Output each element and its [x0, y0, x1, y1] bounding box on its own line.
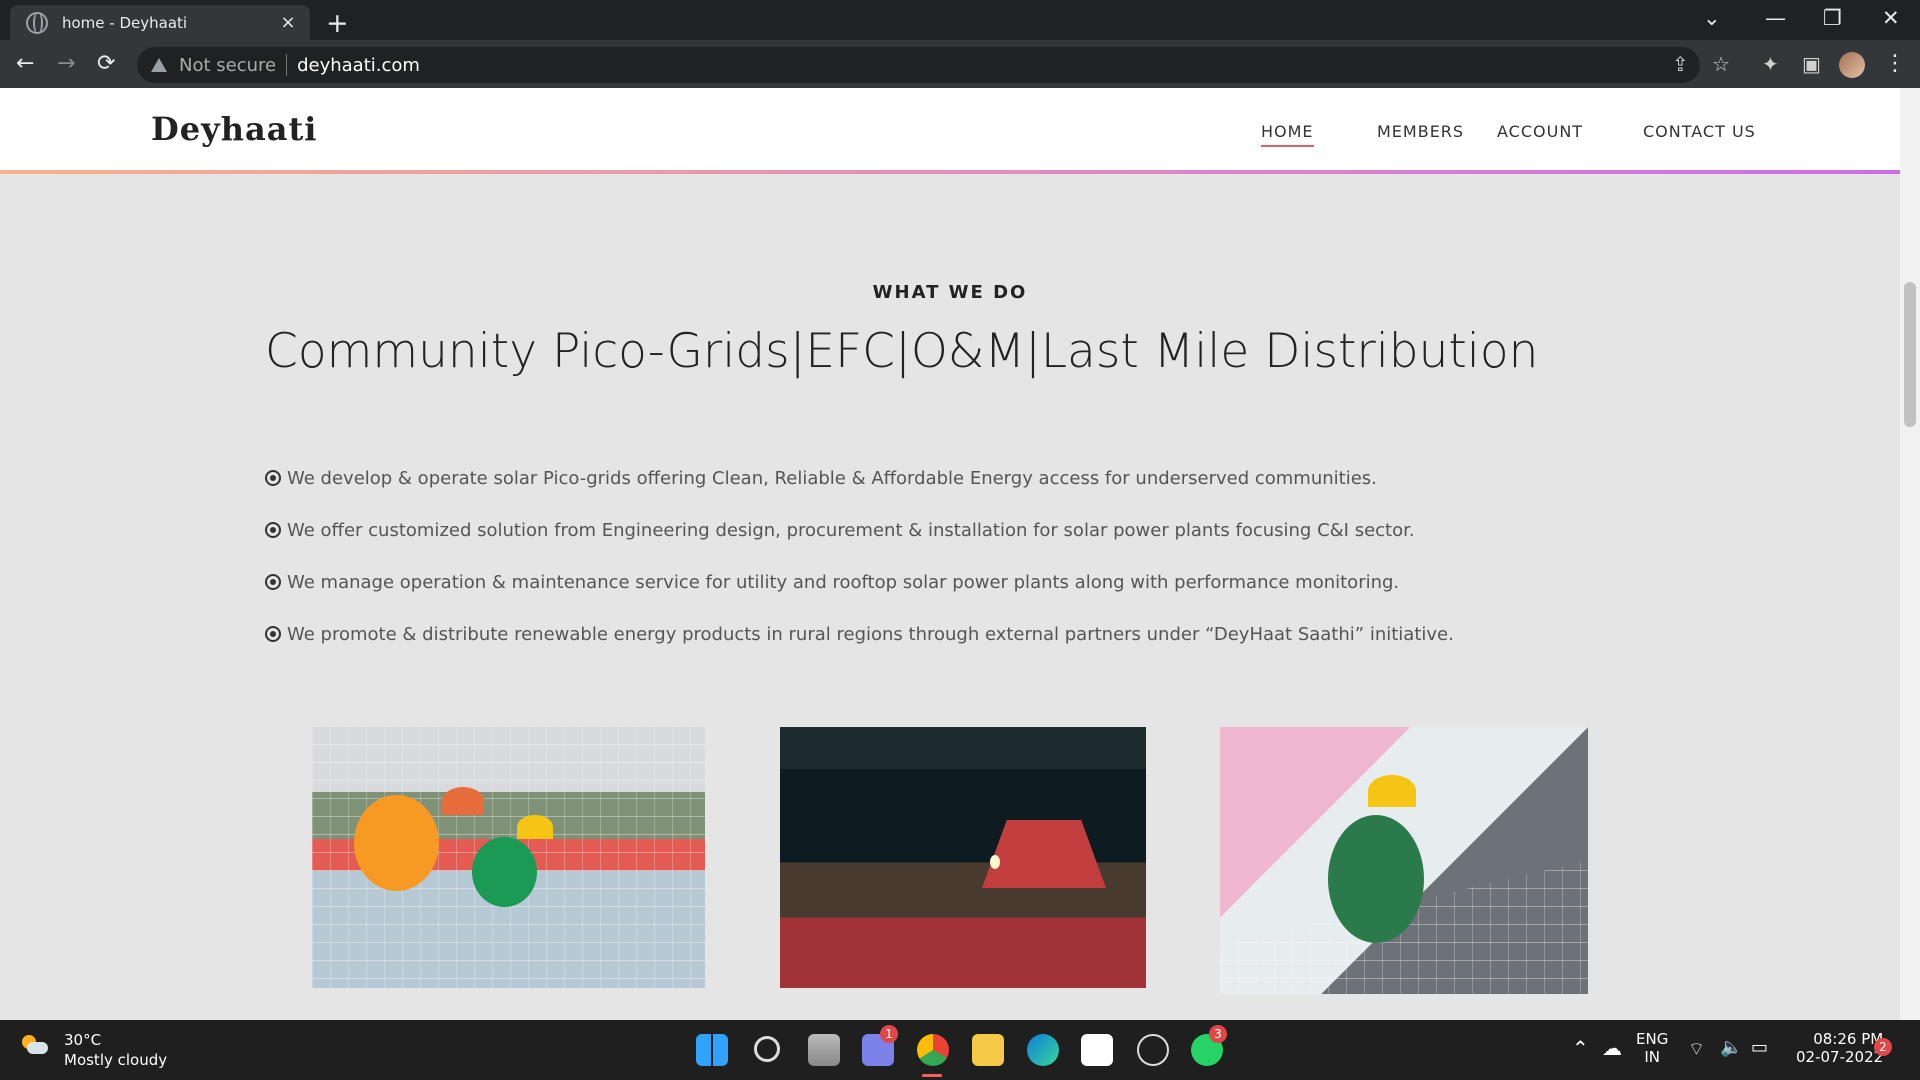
warning-icon: [151, 57, 167, 73]
whatsapp-icon[interactable]: 3: [1191, 1025, 1227, 1066]
service-text: We offer customized solution from Engine…: [287, 519, 1415, 541]
chevron-up-icon[interactable]: ⌃: [1572, 1036, 1589, 1060]
extensions-icon[interactable]: ✦: [1762, 52, 1779, 76]
forward-button[interactable]: →: [57, 51, 75, 76]
region-code: IN: [1644, 1048, 1660, 1066]
nav-contact-us[interactable]: CONTACT US: [1643, 122, 1756, 141]
teams-badge: 1: [880, 1025, 898, 1043]
address-separator: [286, 54, 288, 76]
close-tab-button[interactable]: ×: [274, 12, 302, 33]
site-header: Deyhaati HOME MEMBERS ACCOUNT CONTACT US: [0, 88, 1900, 174]
radio-bullet-icon: [265, 626, 281, 642]
market-hall-image: [780, 727, 1146, 988]
file-explorer-icon[interactable]: [972, 1034, 1004, 1066]
star-icon[interactable]: ☆: [1712, 52, 1730, 76]
browser-tab-strip: home - Deyhaati × + ⌄ — ❐ ✕: [0, 0, 1920, 40]
new-tab-button[interactable]: +: [326, 8, 349, 39]
profile-avatar[interactable]: [1839, 52, 1865, 78]
volume-icon[interactable]: 🔈: [1720, 1037, 1742, 1058]
close-window-button[interactable]: ✕: [1882, 6, 1900, 30]
weather-condition: Mostly cloudy: [64, 1051, 168, 1069]
service-item: We manage operation & maintenance servic…: [265, 556, 1525, 608]
battery-icon[interactable]: ▭: [1751, 1037, 1768, 1058]
helmet-shape: [442, 787, 484, 815]
hanging-light-icon: [990, 855, 1000, 869]
sidebar-icon[interactable]: ▣: [1802, 52, 1821, 76]
notification-badge[interactable]: 2: [1874, 1038, 1892, 1056]
tab-title: home - Deyhaati: [62, 13, 188, 32]
language-code: ENG: [1636, 1030, 1669, 1048]
helmet-shape: [517, 815, 553, 839]
site-logo[interactable]: Deyhaati: [151, 110, 317, 148]
web-page: Deyhaati HOME MEMBERS ACCOUNT CONTACT US…: [0, 88, 1920, 1020]
not-secure-label[interactable]: Not secure: [179, 55, 276, 76]
clock[interactable]: 08:26 PM 02-07-2022: [1796, 1030, 1883, 1066]
chevron-down-icon[interactable]: ⌄: [1703, 6, 1721, 30]
section-headline: Community Pico-Grids|EFC|O&M|Last Mile D…: [265, 324, 1539, 379]
windows-start-icon[interactable]: [696, 1034, 728, 1066]
back-button[interactable]: ←: [16, 51, 34, 76]
chrome-icon[interactable]: [917, 1034, 949, 1066]
clock-date: 02-07-2022: [1796, 1048, 1884, 1066]
radio-bullet-icon: [265, 522, 281, 538]
service-text: We promote & distribute renewable energy…: [287, 623, 1454, 645]
url-text[interactable]: deyhaati.com: [297, 55, 420, 76]
globe-icon: [26, 11, 48, 34]
windows-taskbar: 30°C Mostly cloudy 1 3 ⌃ ☁ ENG IN ⌔ 🔈 ▭ 0…: [0, 1020, 1920, 1080]
reload-button[interactable]: ⟳: [97, 51, 115, 76]
services-list: We develop & operate solar Pico-grids of…: [265, 452, 1525, 660]
active-app-indicator: [922, 1074, 942, 1077]
helmet-shape: [1368, 775, 1416, 807]
tab-home-deyhaati[interactable]: home - Deyhaati ×: [10, 5, 310, 40]
radio-bullet-icon: [265, 574, 281, 590]
service-item: We promote & distribute renewable energy…: [265, 608, 1525, 660]
section-kicker: WHAT WE DO: [872, 282, 1028, 303]
language-indicator[interactable]: ENG IN: [1636, 1030, 1668, 1066]
weather-widget[interactable]: 30°C Mostly cloudy: [22, 1030, 167, 1070]
scroll-thumb[interactable]: [1904, 282, 1916, 427]
teams-icon[interactable]: 1: [862, 1025, 898, 1066]
restore-button[interactable]: ❐: [1823, 6, 1842, 30]
worker-figure: [472, 837, 537, 907]
address-bar[interactable]: Not secure deyhaati.com: [137, 47, 1700, 83]
nav-home[interactable]: HOME: [1261, 122, 1314, 147]
service-item: We develop & operate solar Pico-grids of…: [265, 452, 1525, 504]
system-tray: ⌃ ☁ ENG IN ⌔ 🔈 ▭ 08:26 PM 02-07-2022 2: [1568, 1028, 1908, 1072]
whatsapp-badge: 3: [1209, 1025, 1227, 1043]
service-text: We develop & operate solar Pico-grids of…: [287, 467, 1377, 489]
browser-action-icons: ⇪ ☆ ✦ ▣: [1660, 52, 1821, 78]
nav-account[interactable]: ACCOUNT: [1497, 122, 1583, 141]
solar-worker-image: [1220, 727, 1588, 994]
cloud-icon[interactable]: ☁: [1602, 1036, 1622, 1060]
worker-figure: [1328, 815, 1424, 943]
share-icon[interactable]: ⇪: [1672, 52, 1689, 76]
cloud-sun-icon: [22, 1035, 48, 1055]
market-canopy-shape: [982, 820, 1106, 888]
wifi-icon[interactable]: ⌔: [1688, 1038, 1705, 1061]
worker-figure: [354, 795, 439, 891]
dell-icon[interactable]: [1137, 1034, 1169, 1066]
weather-temperature: 30°C: [64, 1031, 102, 1049]
nav-members[interactable]: MEMBERS: [1377, 122, 1464, 141]
service-text: We manage operation & maintenance servic…: [287, 571, 1400, 593]
edge-icon[interactable]: [1027, 1034, 1059, 1066]
task-view-icon[interactable]: [808, 1034, 840, 1066]
microsoft-store-icon[interactable]: [1081, 1034, 1113, 1066]
service-item: We offer customized solution from Engine…: [265, 504, 1525, 556]
clock-time: 08:26 PM: [1813, 1030, 1884, 1048]
browser-menu-icon[interactable]: ⋮: [1884, 51, 1906, 76]
minimize-button[interactable]: —: [1765, 6, 1786, 30]
search-icon[interactable]: [754, 1036, 780, 1062]
page-scrollbar[interactable]: [1900, 88, 1920, 1020]
solar-installation-image: [312, 727, 705, 988]
radio-bullet-icon: [265, 470, 281, 486]
